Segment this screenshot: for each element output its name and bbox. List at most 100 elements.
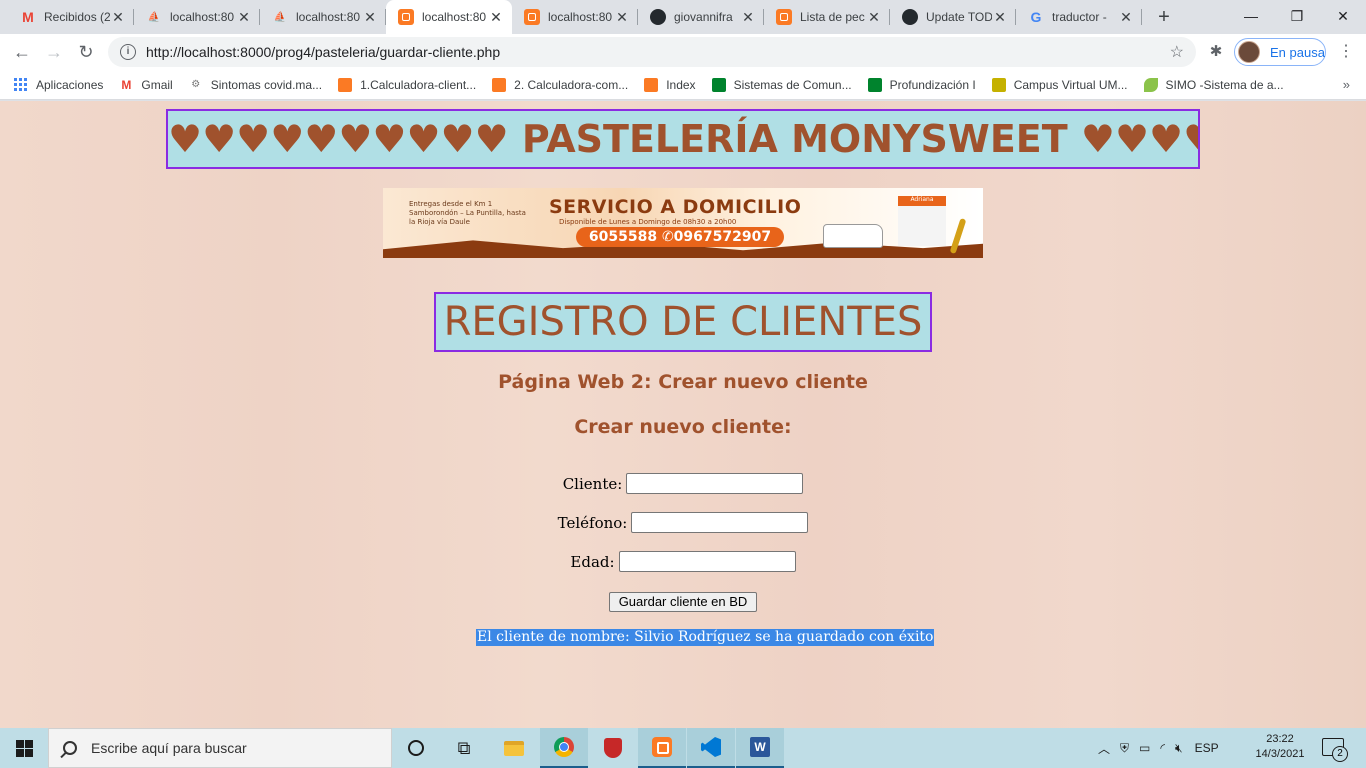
bookmark-label: SIMO -Sistema de a... — [1165, 77, 1284, 92]
bookmark-sintomas-covid[interactable]: ⚙ Sintomas covid.ma... — [189, 78, 322, 92]
bookmark-calculadora-2[interactable]: 2. Calculadora-com... — [492, 77, 628, 92]
info-icon[interactable]: i — [120, 44, 136, 60]
chrome-icon — [554, 737, 574, 757]
profile-button[interactable]: En pausa — [1234, 38, 1326, 66]
bookmark-label: Gmail — [141, 77, 173, 92]
gmail-icon: M — [22, 9, 34, 25]
xampp-icon — [644, 77, 659, 92]
defender-icon[interactable]: ⛨ — [1120, 741, 1129, 756]
tab-phpmyadmin-1[interactable]: ⛵ localhost:80 ✕ — [134, 0, 260, 34]
meet-icon — [711, 77, 726, 92]
edad-label: Edad: — [570, 552, 615, 571]
vscode-button[interactable] — [687, 728, 735, 768]
folder-icon — [504, 740, 524, 756]
reload-button[interactable]: ↻ — [72, 38, 100, 66]
start-button[interactable] — [0, 728, 48, 768]
tab-title: localhost:80 — [548, 10, 613, 24]
xampp-button[interactable] — [638, 728, 686, 768]
search-icon — [63, 741, 77, 755]
tab-strip: M Recibidos (2 ✕ ⛵ localhost:80 ✕ ⛵ loca… — [0, 0, 1366, 34]
bookmark-index[interactable]: Index — [644, 77, 696, 92]
bookmark-star-icon[interactable]: ☆ — [1170, 42, 1184, 62]
tab-active-localhost[interactable]: localhost:80 ✕ — [386, 0, 512, 34]
cortana-button[interactable] — [392, 728, 440, 768]
tab-localhost[interactable]: localhost:80 ✕ — [512, 0, 638, 34]
leaf-icon — [1143, 77, 1158, 92]
security-app-button[interactable] — [589, 728, 637, 768]
kebab-menu-icon[interactable]: ⋮ — [1334, 38, 1358, 66]
taskbar-search[interactable]: Escribe aquí para buscar — [48, 728, 392, 768]
close-icon[interactable]: ✕ — [614, 9, 630, 25]
close-icon[interactable]: ✕ — [866, 9, 882, 25]
bookmark-profundizacion[interactable]: Profundización I — [867, 77, 976, 92]
tab-github-1[interactable]: giovannifra ✕ — [638, 0, 764, 34]
tab-title: giovannifra — [674, 10, 733, 24]
word-button[interactable]: W — [736, 728, 784, 768]
extensions-puzzle-icon[interactable]: ✱ — [1206, 42, 1226, 62]
shop-sign: Adriana — [910, 196, 934, 203]
close-icon[interactable]: ✕ — [362, 9, 378, 25]
bookmark-gmail[interactable]: M Gmail — [119, 78, 172, 92]
close-icon[interactable]: ✕ — [110, 9, 126, 25]
github-icon — [902, 9, 918, 25]
edad-row: Edad: — [0, 551, 1366, 572]
profile-status: En pausa — [1270, 44, 1325, 60]
new-tab-button[interactable]: + — [1152, 6, 1176, 28]
close-icon[interactable]: ✕ — [1118, 9, 1134, 25]
cliente-input[interactable] — [626, 473, 804, 494]
file-explorer-button[interactable] — [490, 728, 538, 768]
word-icon: W — [750, 737, 770, 757]
seal-icon: ⚙ — [191, 79, 201, 90]
campus-icon — [991, 77, 1006, 92]
chevron-more-icon[interactable]: » — [1343, 77, 1350, 92]
bookmark-sistemas-comunicacion[interactable]: Sistemas de Comun... — [711, 77, 852, 92]
page-viewport: ♥♥♥♥♥♥♥♥♥♥ PASTELERÍA MONYSWEET ♥♥♥♥♥♥♥♥… — [0, 101, 1366, 728]
close-icon[interactable]: ✕ — [488, 9, 504, 25]
promo-phones: 6055588 ✆0967572907 — [576, 227, 784, 247]
xampp-icon — [524, 9, 540, 25]
minimize-button[interactable]: — — [1228, 0, 1274, 32]
battery-icon[interactable]: ▭ — [1139, 741, 1150, 755]
bookmark-aplicaciones[interactable]: Aplicaciones — [14, 78, 103, 92]
tab-title: localhost:80 — [422, 10, 487, 24]
form-heading: Crear nuevo cliente: — [574, 416, 792, 438]
tab-lista-pedidos[interactable]: Lista de pec ✕ — [764, 0, 890, 34]
search-placeholder: Escribe aquí para buscar — [91, 740, 247, 756]
shop-icon: Adriana — [898, 196, 946, 246]
system-tray: ︿ ⛨ ▭ ◜ 🔇︎ ESP — [1098, 728, 1219, 768]
save-client-button[interactable]: Guardar cliente en BD — [609, 592, 757, 612]
browser-toolbar: ← → ↻ i http://localhost:8000/prog4/past… — [0, 34, 1366, 70]
site-banner-title: ♥♥♥♥♥♥♥♥♥♥ PASTELERÍA MONYSWEET ♥♥♥♥♥♥♥♥… — [166, 109, 1200, 169]
edad-input[interactable] — [618, 551, 796, 572]
language-indicator[interactable]: ESP — [1195, 741, 1219, 755]
tab-traductor[interactable]: G traductor - ✕ — [1016, 0, 1142, 34]
tab-github-2[interactable]: Update TOD ✕ — [890, 0, 1016, 34]
address-bar[interactable]: i http://localhost:8000/prog4/pasteleria… — [108, 37, 1196, 67]
clock[interactable]: 23:22 14/3/2021 — [1250, 732, 1310, 762]
tab-gmail[interactable]: M Recibidos (2 ✕ — [8, 0, 134, 34]
tab-title: localhost:80 — [170, 10, 235, 24]
google-icon: G — [1030, 9, 1042, 25]
chrome-button[interactable] — [540, 728, 588, 768]
window-close-button[interactable]: ✕ — [1320, 0, 1366, 32]
wifi-icon[interactable]: ◜ — [1160, 741, 1165, 755]
bookmark-label: 1.Calculadora-client... — [360, 77, 477, 92]
chevron-up-icon[interactable]: ︿ — [1098, 740, 1110, 757]
forward-button[interactable]: → — [40, 38, 68, 66]
bookmark-campus-virtual[interactable]: Campus Virtual UM... — [991, 77, 1128, 92]
telefono-input[interactable] — [631, 512, 809, 533]
volume-muted-icon[interactable]: 🔇︎ — [1175, 741, 1183, 756]
restore-button[interactable]: ❐ — [1274, 0, 1320, 32]
close-icon[interactable]: ✕ — [740, 9, 756, 25]
gmail-icon: M — [121, 77, 132, 92]
vscode-icon — [701, 737, 721, 757]
back-button[interactable]: ← — [8, 38, 36, 66]
task-view-button[interactable]: ⧉ — [440, 728, 488, 768]
close-icon[interactable]: ✕ — [992, 9, 1008, 25]
bookmark-calculadora-1[interactable]: 1.Calculadora-client... — [338, 77, 477, 92]
tab-phpmyadmin-2[interactable]: ⛵ localhost:80 ✕ — [260, 0, 386, 34]
close-icon[interactable]: ✕ — [236, 9, 252, 25]
bookmark-simo[interactable]: SIMO -Sistema de a... — [1143, 77, 1284, 92]
telefono-row: Teléfono: — [0, 512, 1366, 533]
promo-headline: SERVICIO A DOMICILIO — [549, 196, 802, 218]
